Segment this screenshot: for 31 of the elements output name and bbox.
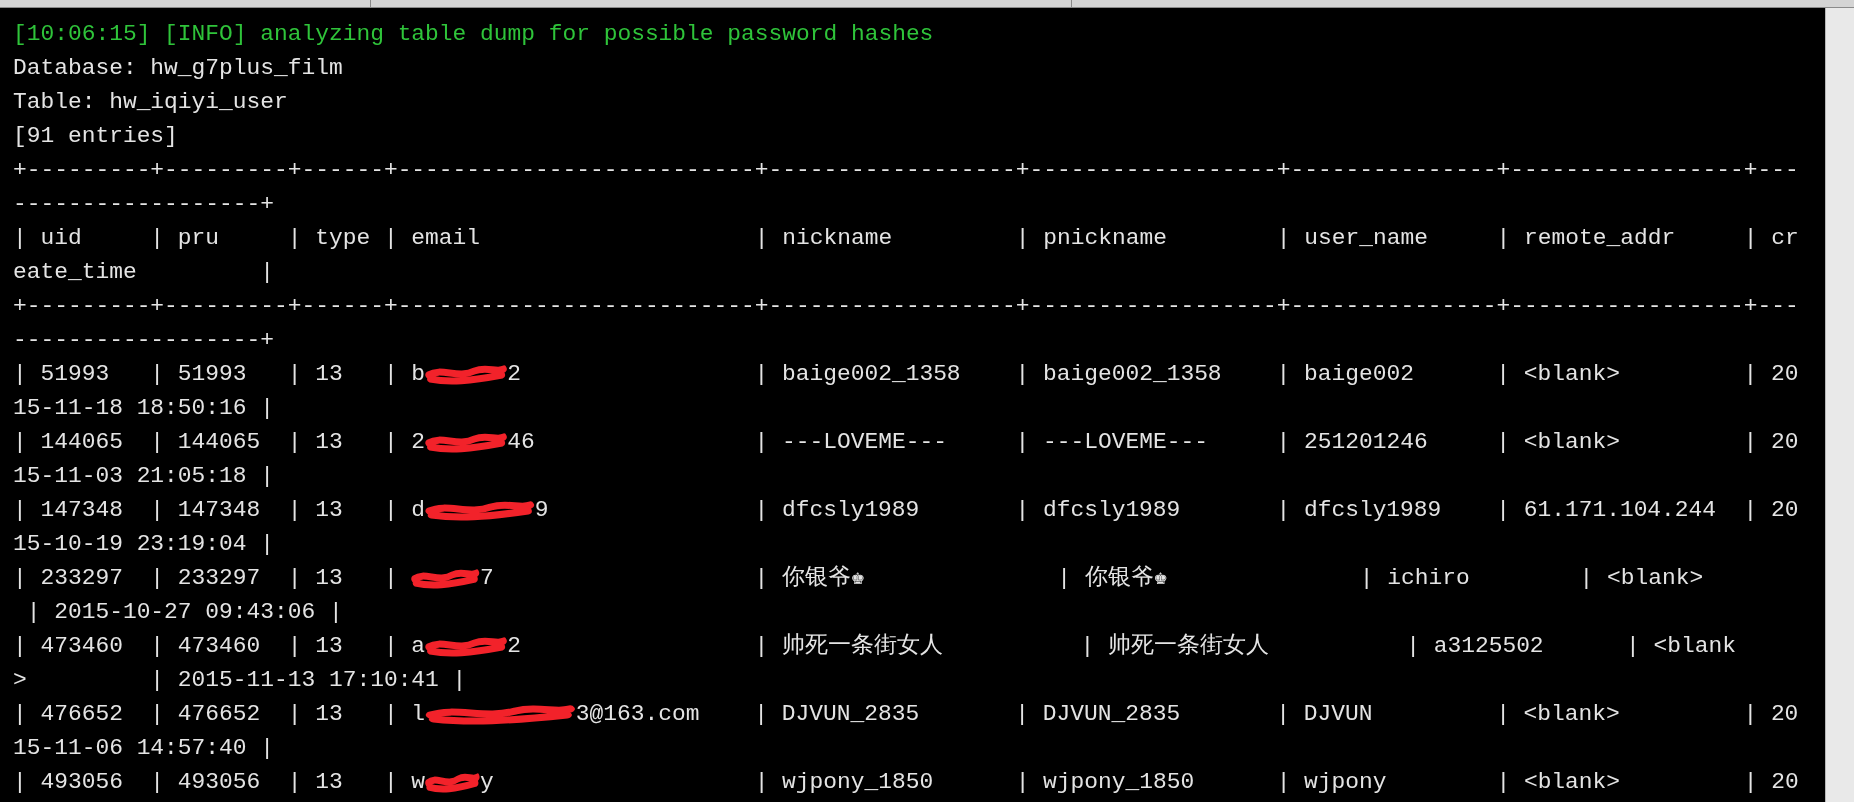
- terminal-text: | 233297 | 233297 | 13 |: [13, 564, 399, 593]
- terminal-text: Database: hw_g7plus_film: [13, 54, 343, 83]
- terminal-text: eate_time |: [13, 258, 274, 287]
- terminal-text: 15-11-03 21:05:18 |: [13, 462, 274, 491]
- terminal-text: 46 | ---LOVEME--- | ---LOVEME--- | 251201246 | <blank> | 20: [507, 428, 1799, 457]
- terminal-text: 15-10-19 23:19:04 |: [13, 530, 274, 559]
- terminal-text: 15-11-06 14:57:40 |: [13, 734, 274, 763]
- terminal-text: | 493056 | 493056 | 13 | w: [13, 768, 426, 797]
- terminal-text: [91 entries]: [13, 122, 178, 151]
- terminal-text: | 476652 | 476652 | 13 | l: [13, 700, 426, 729]
- terminal-text: 9 | dfcsly1989 | dfcsly1989 | dfcsly1989 | 61.171.104.244 | 20: [534, 496, 1799, 525]
- terminal-text: ------------------+: [13, 190, 274, 219]
- terminal-text: 15-11-18 18:50:16 |: [13, 394, 274, 423]
- terminal-text: [10:06:15] [INFO] analyzing table dump for possible password hashes: [13, 20, 934, 49]
- terminal-text: 7 | 你银爷♚ | 你银爷♚ | ichiro | <blank>: [479, 564, 1704, 593]
- terminal-text: | 2015-10-27 09:43:06 |: [25, 598, 343, 627]
- terminal-text: +---------+---------+------+--------------------------+------------------+------------------+---------------+-----------------+---: [13, 292, 1799, 321]
- terminal-text: 2 | 帅死一条街女人 | 帅死一条街女人 | a3125502 | <blank: [507, 632, 1736, 661]
- terminal-text: 3@163.com | DJVUN_2835 | DJVUN_2835 | DJVUN | <blank> | 20: [575, 700, 1799, 729]
- terminal-text: Table: hw_iqiyi_user: [13, 88, 288, 117]
- terminal-text: y | wjpony_1850 | wjpony_1850 | wjpony | <blank> | 20: [479, 768, 1799, 797]
- terminal-text: | 473460 | 473460 | 13 | a: [13, 632, 426, 661]
- scrollbar[interactable]: [1825, 8, 1854, 802]
- terminal-text: | 147348 | 147348 | 13 | d: [13, 496, 426, 525]
- terminal-text: > | 2015-11-13 17:10:41 |: [13, 666, 467, 695]
- terminal-text: | uid | pru | type | email | nickname | pnickname | user_name | remote_addr | cr: [13, 224, 1799, 253]
- terminal-text: ------------------+: [13, 326, 274, 355]
- terminal-text: +---------+---------+------+--------------------------+------------------+------------------+---------------+-----------------+---: [13, 156, 1799, 185]
- terminal-text: | 144065 | 144065 | 13 | 2: [13, 428, 426, 457]
- terminal-text: 2 | baige002_1358 | baige002_1358 | baige002 | <blank> | 20: [507, 360, 1799, 389]
- terminal-text: | 51993 | 51993 | 13 | b: [13, 360, 426, 389]
